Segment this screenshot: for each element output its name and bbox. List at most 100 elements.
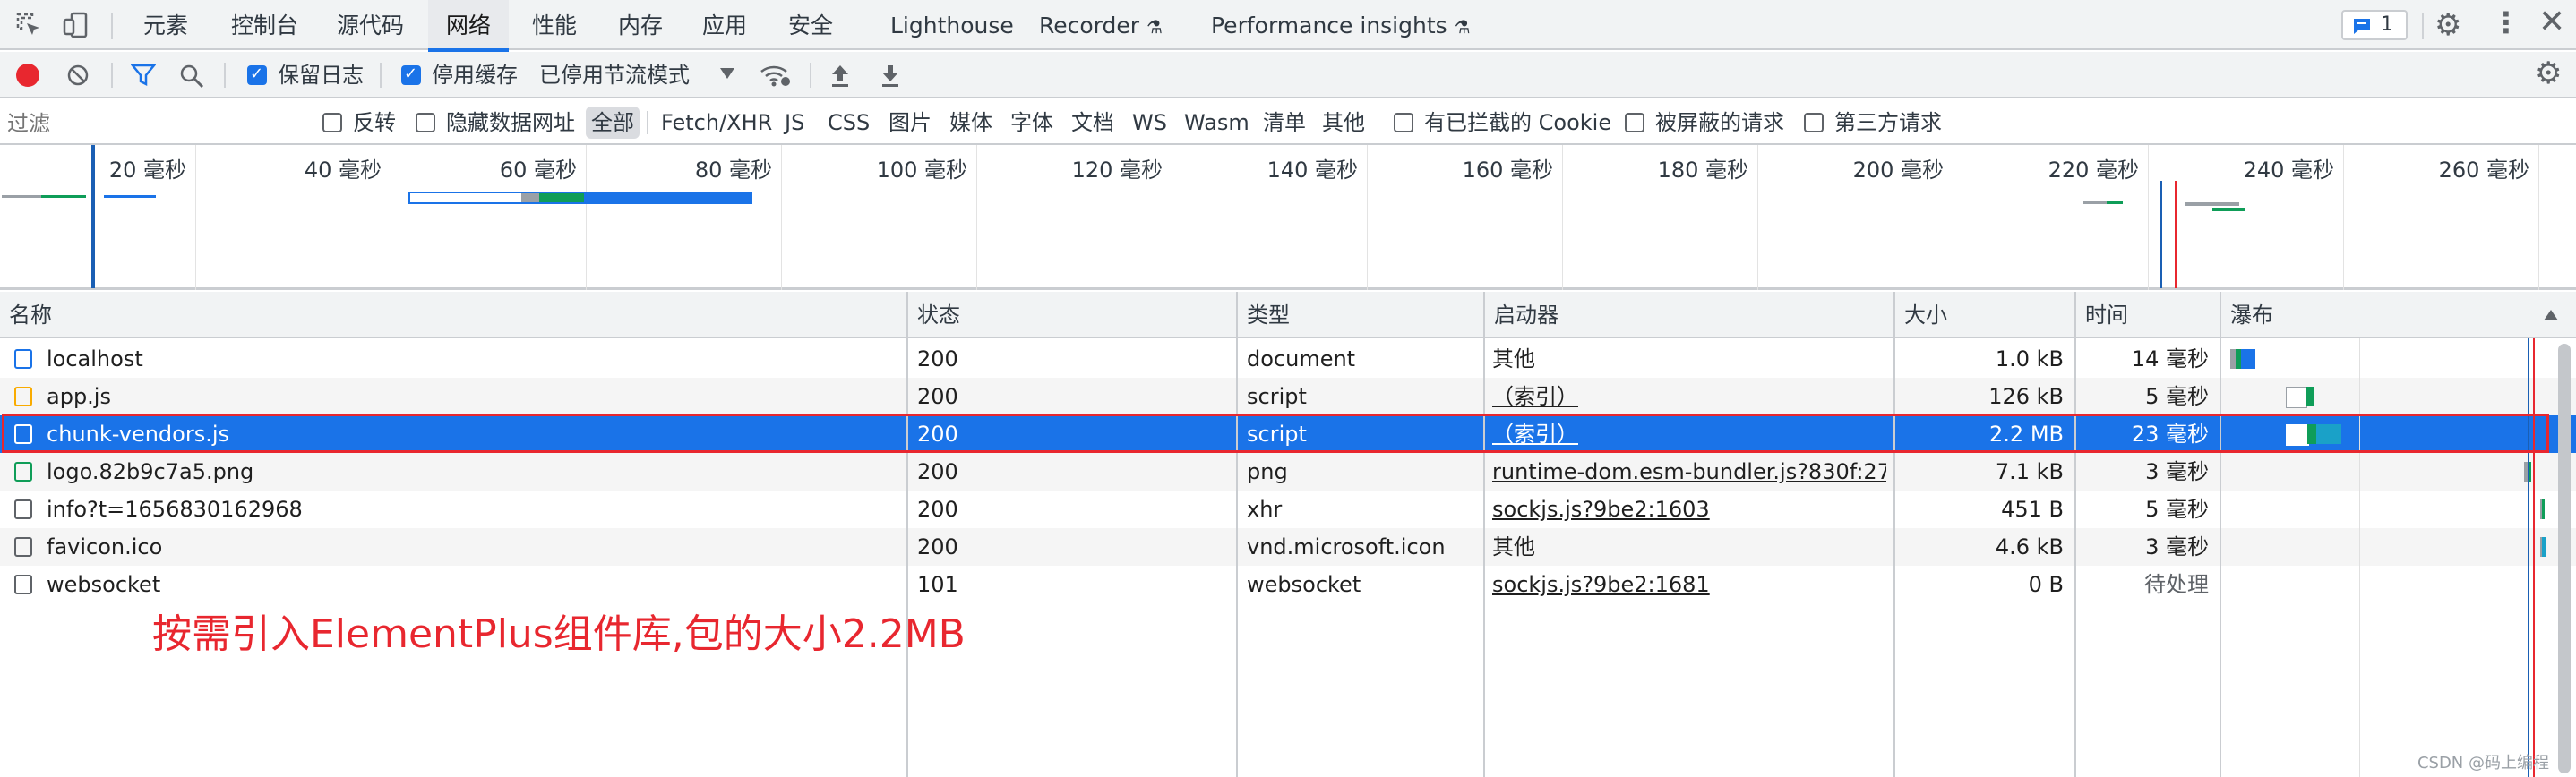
column-header-time[interactable]: 时间 xyxy=(2076,292,2220,338)
cell-name[interactable]: localhost xyxy=(47,340,897,378)
column-header-size[interactable]: 大小 xyxy=(1895,292,2074,338)
tab-memory[interactable]: 内存 xyxy=(618,0,663,50)
flask-icon: ⚗ xyxy=(1454,16,1471,38)
waterfall-bar xyxy=(2316,424,2341,444)
timeline-tick-label: 140 毫秒 xyxy=(1267,158,1358,183)
timeline-gridline xyxy=(195,145,196,290)
cell-type: websocket xyxy=(1247,572,1361,597)
filter-input[interactable] xyxy=(5,107,301,141)
table-row[interactable]: localhost 200 document 其他 1.0 kB 14 毫秒 xyxy=(0,340,2576,378)
cell-name[interactable]: websocket xyxy=(47,566,897,603)
type-filter-wasm[interactable]: Wasm xyxy=(1184,100,1249,145)
cell-name[interactable]: app.js xyxy=(47,378,897,415)
more-options-icon[interactable]: ⋮ xyxy=(2492,5,2520,39)
type-filter-img[interactable]: 图片 xyxy=(889,100,932,145)
cell-time: 23 毫秒 xyxy=(2131,422,2209,447)
cell-initiator[interactable]: （索引） xyxy=(1492,415,1886,453)
column-header-waterfall[interactable]: 瀑布 xyxy=(2221,292,2544,338)
tab-console[interactable]: 控制台 xyxy=(231,0,298,50)
disable-cache-checkbox[interactable] xyxy=(401,64,421,85)
generic-file-icon xyxy=(14,537,32,557)
column-header-initiator[interactable]: 启动器 xyxy=(1485,292,1893,338)
network-overview[interactable]: 20 毫秒 40 毫秒 60 毫秒 80 毫秒 100 毫秒 120 毫秒 140 毫秒 16… xyxy=(0,145,2576,290)
invert-checkbox[interactable] xyxy=(322,113,342,132)
cell-initiator[interactable]: sockjs.js?9be2:1681 xyxy=(1492,566,1886,603)
preserve-log-checkbox[interactable] xyxy=(247,64,267,85)
cell-name[interactable]: info?t=1656830162968 xyxy=(47,491,897,528)
type-filter-js[interactable]: JS xyxy=(785,100,804,145)
third-party-label: 第三方请求 xyxy=(1834,110,1942,135)
filter-icon[interactable] xyxy=(131,64,156,87)
search-icon[interactable] xyxy=(179,64,204,89)
blocked-requests-checkbox[interactable] xyxy=(1625,113,1644,132)
device-toolbar-icon[interactable] xyxy=(61,11,90,39)
network-settings-gear-icon[interactable]: ⚙ xyxy=(2535,56,2562,91)
type-filter-fetch-xhr[interactable]: Fetch/XHR xyxy=(661,100,772,145)
timeline-tick-label: 160 毫秒 xyxy=(1462,158,1553,183)
tab-elements[interactable]: 元素 xyxy=(143,0,188,50)
tab-application[interactable]: 应用 xyxy=(702,0,747,50)
waterfall-gridline xyxy=(2359,338,2360,777)
close-devtools-icon[interactable]: ✕ xyxy=(2538,4,2565,40)
hide-data-urls-checkbox[interactable] xyxy=(416,113,435,132)
tab-security[interactable]: 安全 xyxy=(788,0,833,50)
type-filter-all[interactable]: 全部 xyxy=(586,107,640,139)
network-conditions-icon[interactable] xyxy=(760,63,792,88)
timeline-tick-label: 200 毫秒 xyxy=(1852,158,1944,183)
table-row[interactable]: websocket 101 websocket sockjs.js?9be2:1681… xyxy=(0,566,2576,603)
record-icon[interactable] xyxy=(16,64,39,87)
type-filter-media[interactable]: 媒体 xyxy=(949,100,992,145)
sort-ascending-icon[interactable] xyxy=(2544,310,2558,320)
type-filter-css[interactable]: CSS xyxy=(828,100,870,145)
cell-name[interactable]: chunk-vendors.js xyxy=(47,415,897,453)
clear-icon[interactable] xyxy=(66,64,90,87)
cell-name[interactable]: logo.82b9c7a5.png xyxy=(47,453,897,491)
type-filter-other[interactable]: 其他 xyxy=(1322,100,1365,145)
table-scrollbar[interactable] xyxy=(2558,344,2571,773)
throttling-select[interactable]: 已停用节流模式 xyxy=(539,52,690,98)
table-row[interactable]: logo.82b9c7a5.png 200 png runtime-dom.esm-b… xyxy=(0,453,2576,491)
table-row[interactable]: app.js 200 script （索引） 126 kB 5 毫秒 xyxy=(0,378,2576,415)
tab-performance[interactable]: 性能 xyxy=(532,0,577,50)
column-header-status[interactable]: 状态 xyxy=(908,292,1236,338)
blocked-cookies-checkbox[interactable] xyxy=(1394,113,1413,132)
timeline-tick-label: 120 毫秒 xyxy=(1071,158,1163,183)
tab-performance-insights[interactable]: Performance insights ⚗ xyxy=(1211,0,1471,50)
tab-recorder[interactable]: Recorder ⚗ xyxy=(1039,0,1163,50)
type-filter-ws[interactable]: WS xyxy=(1132,100,1167,145)
settings-gear-icon[interactable]: ⚙ xyxy=(2434,7,2461,43)
overview-bar-localhost-tail xyxy=(104,195,156,198)
tab-sources[interactable]: 源代码 xyxy=(337,0,404,50)
import-har-icon[interactable] xyxy=(829,63,851,88)
cell-initiator[interactable]: （索引） xyxy=(1492,378,1886,415)
inspect-element-icon[interactable] xyxy=(14,11,43,39)
export-har-icon[interactable] xyxy=(880,63,901,88)
cell-name[interactable]: favicon.ico xyxy=(47,528,897,566)
table-row[interactable]: info?t=1656830162968 200 xhr sockjs.js?9be2… xyxy=(0,491,2576,528)
third-party-checkbox[interactable] xyxy=(1804,113,1824,132)
cell-status: 200 xyxy=(917,459,958,484)
column-header-type[interactable]: 类型 xyxy=(1238,292,1483,338)
issues-badge[interactable]: 1 xyxy=(2341,10,2408,40)
type-filter-manifest[interactable]: 清单 xyxy=(1263,100,1306,145)
chevron-down-icon[interactable] xyxy=(720,68,734,79)
timeline-gridline xyxy=(1757,145,1758,290)
overview-bar-later-2 xyxy=(2185,202,2239,206)
tab-performance-insights-label: Performance insights xyxy=(1211,13,1447,38)
type-filter-font[interactable]: 字体 xyxy=(1010,100,1053,145)
cell-initiator[interactable]: sockjs.js?9be2:1603 xyxy=(1492,491,1886,528)
tab-lighthouse[interactable]: Lighthouse xyxy=(890,0,1014,50)
waterfall-load-line-blue xyxy=(2528,338,2529,777)
cell-type: png xyxy=(1247,459,1288,484)
cell-size: 0 B xyxy=(2028,572,2064,597)
tab-network[interactable]: 网络 xyxy=(428,0,510,52)
column-header-name[interactable]: 名称 xyxy=(0,292,906,338)
cell-size: 4.6 kB xyxy=(1995,534,2064,559)
cell-initiator[interactable]: runtime-dom.esm-bundler.js?830f:277 xyxy=(1492,453,1886,491)
timeline-gridline xyxy=(586,145,587,290)
cell-type: script xyxy=(1247,384,1307,409)
cell-size: 1.0 kB xyxy=(1995,346,2064,371)
table-row[interactable]: favicon.ico 200 vnd.microsoft.icon 其他 4.6 kB… xyxy=(0,528,2576,566)
type-filter-doc[interactable]: 文档 xyxy=(1071,100,1114,145)
table-row[interactable]: chunk-vendors.js 200 script （索引） 2.2 MB 23 毫秒 xyxy=(0,415,2576,453)
